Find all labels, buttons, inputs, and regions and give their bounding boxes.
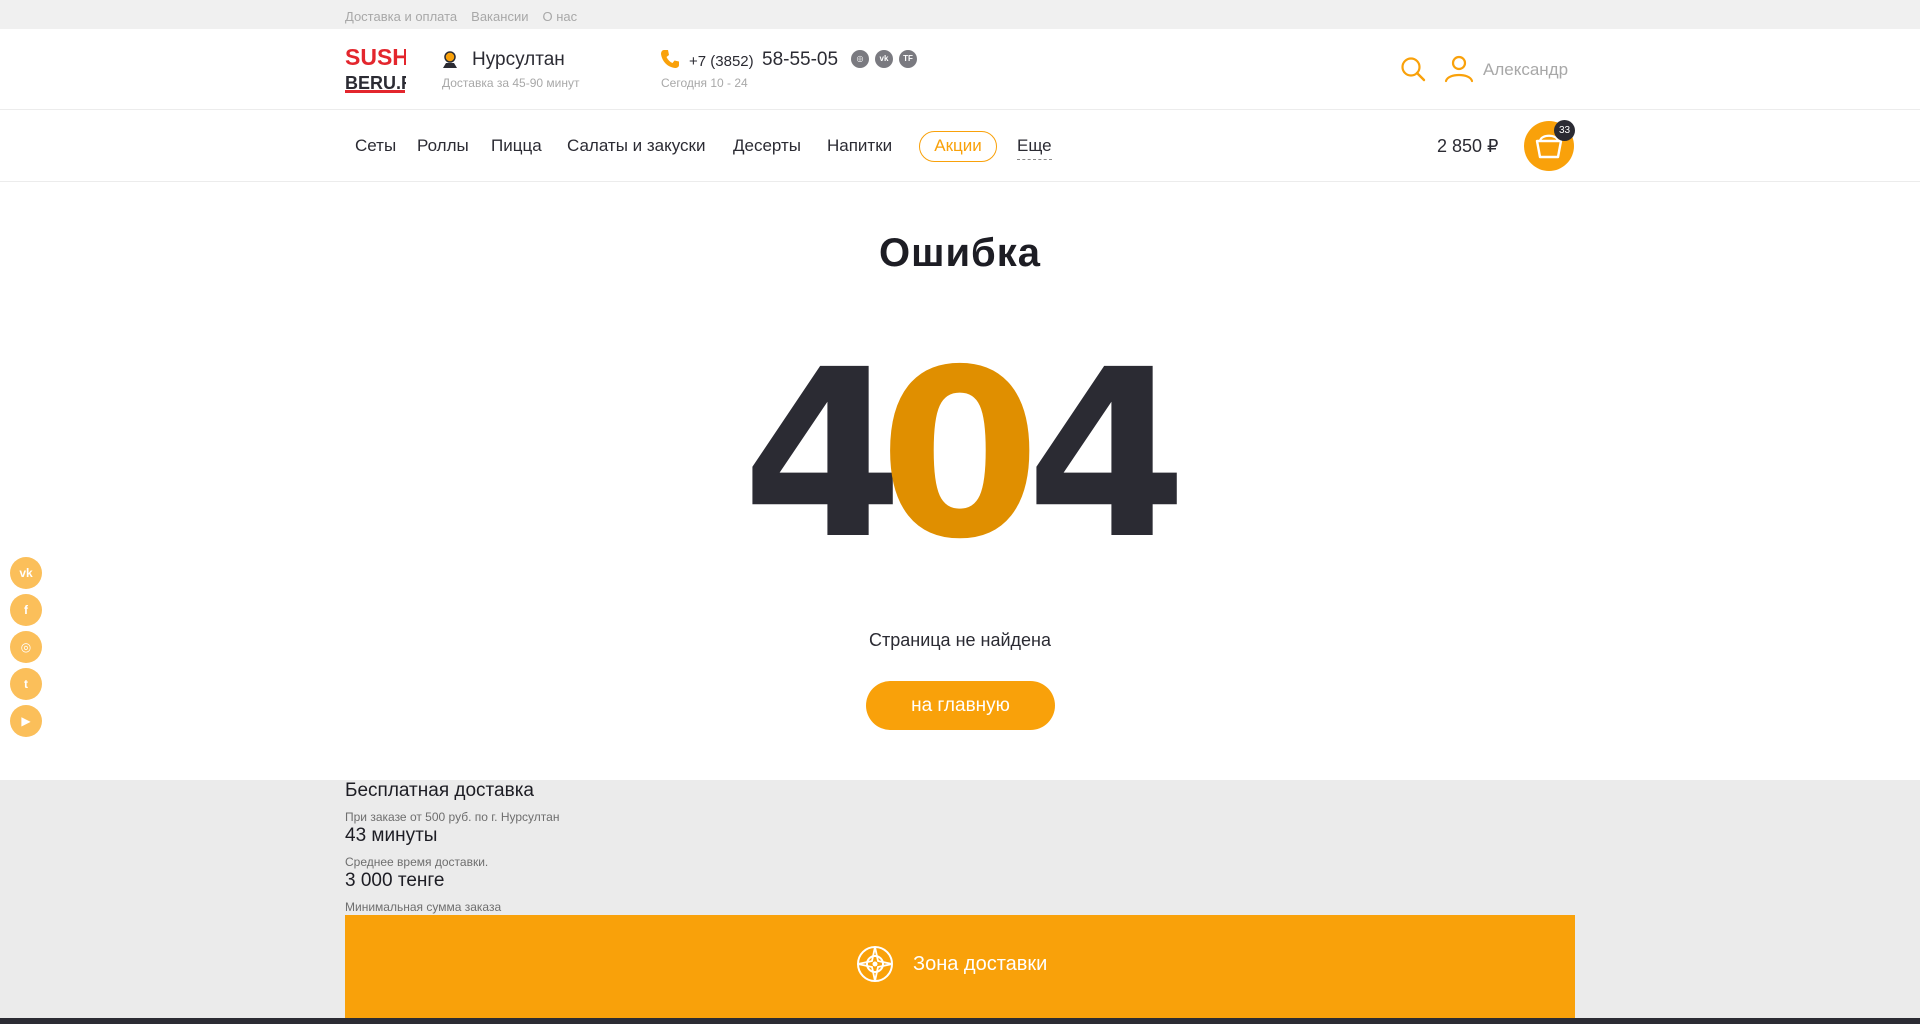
- site-logo[interactable]: SUSHI BERU.RU: [344, 43, 406, 95]
- delivery-zone-button[interactable]: Зона доставки: [345, 915, 1575, 1019]
- main-nav: Сеты Роллы Пицца Салаты и закуски Десерт…: [0, 110, 1920, 182]
- facebook-icon[interactable]: f: [10, 594, 42, 626]
- link-delivery-payment[interactable]: Доставка и оплата: [345, 9, 457, 24]
- cart-count-badge: 33: [1554, 120, 1575, 141]
- username-link[interactable]: Александр: [1483, 60, 1568, 80]
- free-delivery-title: Бесплатная доставка: [345, 780, 534, 801]
- twitter-icon[interactable]: t: [10, 668, 42, 700]
- nav-item-drinks[interactable]: Напитки: [827, 136, 892, 156]
- location-pin-icon: [443, 51, 457, 68]
- delivery-time: Доставка за 45-90 минут: [442, 76, 580, 90]
- error-message: Страница не найдена: [868, 630, 1051, 650]
- avg-time-title: 43 минуты: [345, 825, 438, 846]
- tf-icon[interactable]: TF: [899, 50, 917, 68]
- error-digit-2: 0: [879, 335, 1040, 555]
- working-hours: Сегодня 10 - 24: [661, 76, 748, 90]
- link-vacancies[interactable]: Вакансии: [471, 9, 528, 24]
- instagram-icon[interactable]: ◎: [851, 50, 869, 68]
- free-delivery-sub: При заказе от 500 руб. по г. Нурсултан: [345, 810, 560, 824]
- nav-more-dropdown[interactable]: Еще: [1017, 136, 1052, 160]
- user-icon[interactable]: [1444, 54, 1474, 84]
- nav-item-promo[interactable]: Акции: [919, 131, 997, 162]
- top-links: Доставка и оплата Вакансии О нас: [345, 9, 577, 24]
- phone-icon: [661, 50, 679, 68]
- vk-icon[interactable]: vk: [10, 557, 42, 589]
- nav-item-pizza[interactable]: Пицца: [491, 136, 542, 156]
- cart-total[interactable]: 2 850 ₽: [1437, 136, 1499, 157]
- error-digit-3: 4: [1026, 335, 1180, 555]
- phone-number[interactable]: 58-55-05: [762, 49, 838, 71]
- city-selector[interactable]: Нурсултан: [472, 49, 565, 71]
- nav-item-sets[interactable]: Сеты: [355, 136, 396, 156]
- compass-icon: [857, 946, 893, 982]
- min-sum-sub: Минимальная сумма заказа: [345, 900, 502, 914]
- link-about[interactable]: О нас: [542, 9, 577, 24]
- nav-item-salads[interactable]: Салаты и закуски: [567, 136, 706, 156]
- nav-item-rolls[interactable]: Роллы: [417, 136, 469, 156]
- vk-icon[interactable]: vk: [875, 50, 893, 68]
- home-button[interactable]: на главную: [866, 681, 1055, 730]
- footer-edge: [0, 1018, 1920, 1024]
- nav-item-desserts[interactable]: Десерты: [733, 136, 801, 156]
- page-title: Ошибка: [878, 231, 1041, 275]
- youtube-icon[interactable]: ▶: [10, 705, 42, 737]
- instagram-icon[interactable]: ◎: [10, 631, 42, 663]
- logo-text-line1: SUSHI: [345, 44, 406, 70]
- top-bar: Доставка и оплата Вакансии О нас: [0, 0, 1920, 29]
- phone-prefix[interactable]: +7 (3852): [689, 53, 754, 70]
- delivery-zone-label: Зона доставки: [913, 952, 1048, 975]
- search-icon[interactable]: [1400, 56, 1426, 82]
- avg-time-sub: Среднее время доставки.: [345, 855, 489, 869]
- error-code-404: 4 4 0: [742, 335, 1180, 555]
- header: SUSHI BERU.RU Нурсултан Доставка за 45-9…: [0, 29, 1920, 110]
- min-sum-title: 3 000 тенге: [345, 870, 445, 891]
